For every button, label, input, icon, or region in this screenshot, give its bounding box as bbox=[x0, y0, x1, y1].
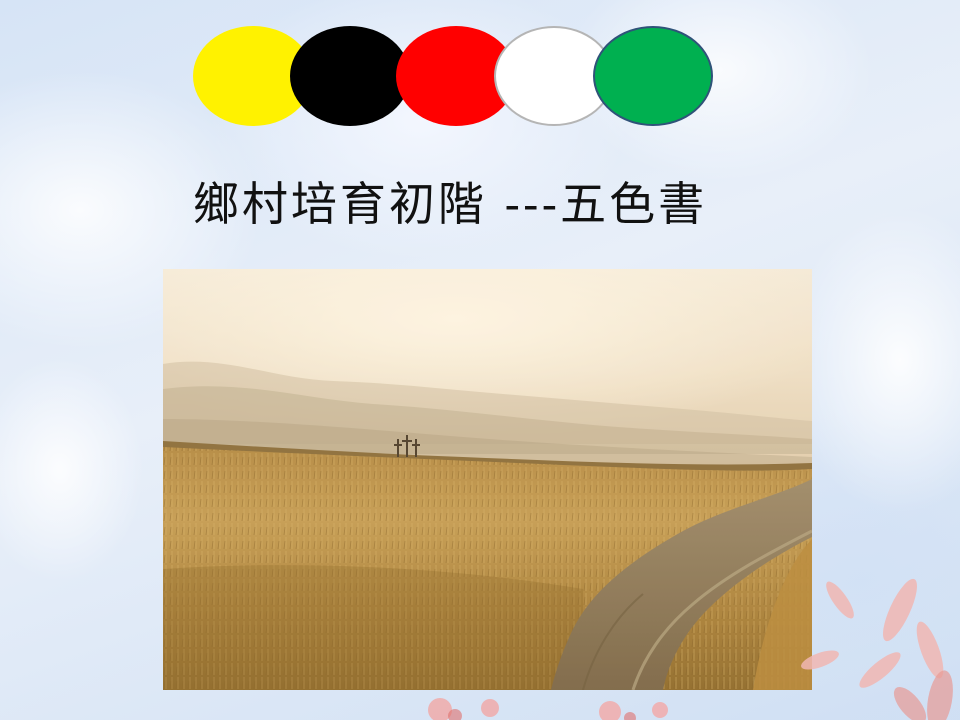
wheat-field-photo bbox=[163, 269, 812, 690]
decorative-flowers bbox=[428, 698, 668, 720]
slide-title: 鄉村培育初階 ---五色書 bbox=[192, 177, 708, 231]
green-color-dot bbox=[593, 26, 713, 126]
slide: 鄉村培育初階 ---五色書 bbox=[0, 0, 960, 720]
black-color-dot bbox=[290, 26, 410, 126]
decorative-petals bbox=[801, 578, 953, 720]
